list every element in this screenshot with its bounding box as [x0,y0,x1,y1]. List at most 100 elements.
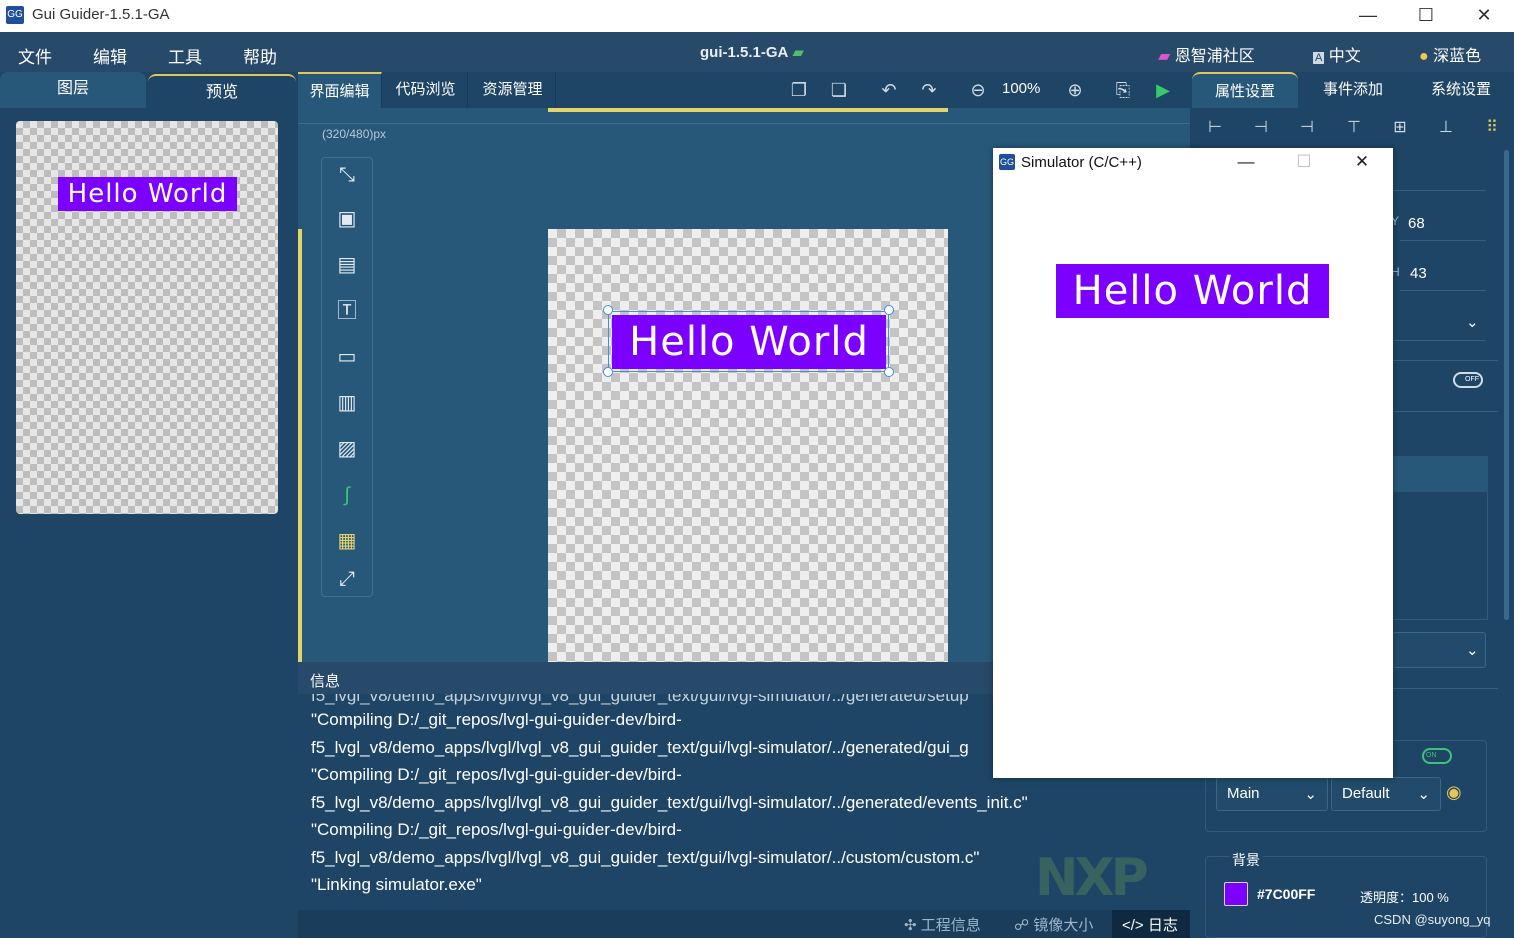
mirror-size-button[interactable]: ☍ 镜像大小 [1014,914,1093,935]
grid-icon[interactable]: ⠿ [1480,116,1504,140]
zoom-out-icon[interactable]: ⊖ [965,78,991,102]
tab-resources[interactable]: 资源管理 [470,72,556,108]
zoom-in-icon[interactable]: ⊕ [1062,78,1088,102]
log-line: "Linking simulator.exe" [311,875,482,894]
zoom-level: 100% [1002,80,1041,97]
tab-ui-edit[interactable]: 界面编辑 [298,72,382,108]
background-title: 背景 [1229,850,1263,870]
community-label: 恩智浦社区 [1174,48,1255,65]
theme-selector[interactable]: ● 深蓝色 [1419,42,1481,66]
project-info-label: 工程信息 [920,917,981,934]
align-right-icon[interactable]: ⊣ [1295,116,1319,140]
minimize-button[interactable]: — [1348,4,1388,26]
align-top-icon[interactable]: ⊤ [1342,116,1366,140]
toggle-on[interactable]: ON [1422,748,1452,764]
resize-handle-bl[interactable] [603,367,613,377]
toggle-off[interactable]: OFF [1453,372,1483,388]
translate-icon: A [1313,52,1325,64]
tab-code-browse[interactable]: 代码浏览 [384,72,468,108]
community-link[interactable]: ▰ 恩智浦社区 [1158,42,1255,66]
label-widget-icon[interactable]: 🅃 [332,296,362,326]
tab-system-settings[interactable]: 系统设置 [1408,72,1514,108]
resize-handle-tr[interactable] [884,305,894,315]
log-tab[interactable]: </> 日志 [1112,910,1190,938]
sim-maximize-button[interactable]: ☐ [1289,152,1319,174]
align-left-icon[interactable]: ⊢ [1203,116,1227,140]
simulator-window: GG Simulator (C/C++) — ☐ ✕ Hello World [993,148,1393,778]
eye-icon[interactable]: ◉ [1446,782,1462,803]
undo-icon[interactable]: ↶ [876,78,902,102]
menu-file[interactable]: 文件 [18,43,52,68]
y-field[interactable]: 68 [1408,215,1425,232]
menu-edit[interactable]: 编辑 [93,43,127,68]
chart-widget-icon[interactable]: ▥ [332,388,362,418]
bg-color-value[interactable]: #7C00FF [1257,886,1315,902]
design-canvas[interactable] [548,229,948,662]
qrcode-widget-icon[interactable]: ▦ [332,526,362,556]
imgbutton-widget-icon[interactable]: ▤ [332,250,362,280]
field-underline [1392,190,1486,191]
theme-label: 深蓝色 [1433,48,1482,65]
nxp-logo: NXP [1035,848,1149,908]
animation-widget-icon[interactable]: ∫ [332,480,362,510]
close-button[interactable]: ✕ [1464,4,1504,26]
list-header [1392,456,1488,492]
tab-layers[interactable]: 图层 [0,72,146,108]
h-field[interactable]: 43 [1410,265,1427,282]
color-swatch[interactable] [1224,882,1248,906]
log-line: "Compiling D:/_git_repos/lvgl-gui-guider… [311,710,682,729]
section-divider [1392,411,1498,412]
tab-events[interactable]: 事件添加 [1300,72,1406,108]
sim-hello-label: Hello World [1056,264,1329,318]
expand-icon[interactable]: ⤢ [332,564,362,594]
menu-tools[interactable]: 工具 [168,43,202,68]
list-box [1392,492,1488,620]
state-select[interactable]: Default ⌄ [1331,777,1441,811]
project-name-text: gui-1.5.1-GA [700,44,789,61]
ruler-left-highlight [298,229,302,662]
tab-properties[interactable]: 属性设置 [1192,72,1298,108]
collapse-icon[interactable]: ⤡ [332,160,362,190]
maximize-button[interactable]: ☐ [1406,4,1446,26]
field-underline [1400,290,1486,291]
log-line: "Compiling D:/_git_repos/lvgl-gui-guider… [311,820,682,839]
dropdown-widget-icon[interactable]: ▭ [332,342,362,372]
project-info-button[interactable]: ✣ 工程信息 [904,914,981,935]
mirror-size-label: 镜像大小 [1033,917,1094,934]
section-divider [1392,688,1498,689]
send-back-icon[interactable]: ❏ [826,78,852,102]
image-widget-icon[interactable]: ▨ [332,434,362,464]
resize-handle-br[interactable] [884,367,894,377]
window-title: Gui Guider-1.5.1-GA [32,6,170,23]
part-select[interactable]: Main ⌄ [1216,777,1328,811]
button-widget-icon[interactable]: ▣ [332,204,362,234]
align-vcenter-icon[interactable]: ⊞ [1388,116,1412,140]
menu-bar: 文件 编辑 工具 帮助 gui-1.5.1-GA ▰ ▰ 恩智浦社区 A 中文 ●… [0,32,1514,72]
canvas-hello-label[interactable]: Hello World [612,315,886,369]
opacity-value[interactable]: 透明度：100 % [1360,887,1449,906]
run-simulator-icon[interactable]: ▶ [1150,78,1176,102]
field-underline [1392,340,1486,341]
sim-close-button[interactable]: ✕ [1347,152,1377,174]
redo-icon[interactable]: ↷ [916,78,942,102]
chevron-down-icon[interactable]: ⌄ [1466,313,1479,331]
align-bottom-icon[interactable]: ⊥ [1434,116,1458,140]
align-hcenter-icon[interactable]: ⊣ [1249,116,1273,140]
generate-code-icon[interactable]: ⎘ [1110,78,1136,102]
scrollbar[interactable] [1504,150,1509,620]
state-select-value: Default [1342,785,1390,802]
preview-screen: Hello World [16,121,278,514]
section-divider [1392,360,1498,361]
simulator-title: Simulator (C/C++) [1021,154,1142,171]
preview-hello-label: Hello World [58,177,237,211]
chat-icon: ▰ [1158,48,1175,65]
menu-help[interactable]: 帮助 [243,43,277,68]
log-line: f5_lvgl_v8/demo_apps/lvgl/lvgl_v8_gui_gu… [311,848,980,867]
chevron-down-icon[interactable]: ⌄ [1466,641,1479,659]
resize-handle-tl[interactable] [603,305,613,315]
bring-front-icon[interactable]: ❐ [786,78,812,102]
language-selector[interactable]: A 中文 [1313,42,1361,66]
tab-preview[interactable]: 预览 [148,74,296,110]
gui-guider-app-icon: GG [6,6,24,24]
sim-minimize-button[interactable]: — [1231,152,1261,174]
